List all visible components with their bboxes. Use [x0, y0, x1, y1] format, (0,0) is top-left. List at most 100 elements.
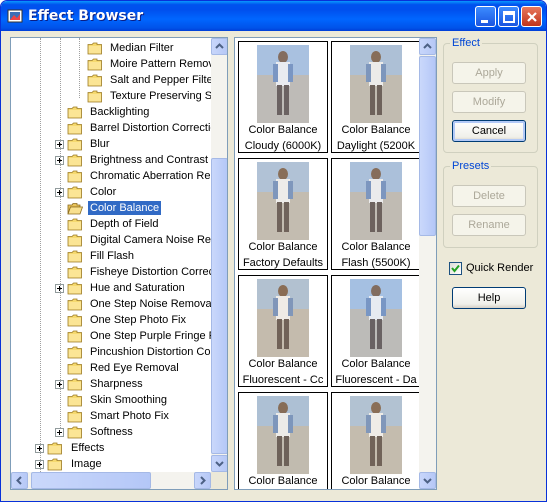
preset-thumbnail[interactable]: Color Balance Flash (5500K) — [331, 158, 421, 270]
folder-icon — [67, 122, 82, 135]
tree-scroll-up-button[interactable] — [211, 38, 227, 55]
tree-item[interactable]: Depth of Field — [11, 216, 211, 232]
rename-preset-button[interactable]: Rename — [452, 214, 526, 236]
tree-item-label: Effects — [71, 442, 105, 454]
arrow-right-icon — [200, 476, 206, 485]
tree-item[interactable]: Red Eye Removal — [11, 360, 211, 376]
tree-item[interactable]: Softness — [11, 424, 211, 440]
tree-item-label: Moire Pattern Remov — [110, 58, 211, 70]
tree-item[interactable]: Pincushion Distortion Corr — [11, 344, 211, 360]
presets-group-title: Presets — [450, 160, 492, 172]
tree-item-label: One Step Photo Fix — [90, 314, 186, 326]
tree-scroll-right-button[interactable] — [194, 472, 211, 489]
preset-thumbnail[interactable]: Color Balance Factory Defaults — [238, 158, 328, 270]
preview-photo — [350, 279, 402, 357]
tree-item[interactable]: Chromatic Aberration Rem — [11, 168, 211, 184]
tree-item[interactable]: Brightness and Contrast — [11, 152, 211, 168]
tree-item-label: Chromatic Aberration Rem — [90, 170, 211, 182]
folder-icon — [67, 106, 82, 119]
folder-icon — [67, 314, 82, 327]
apply-button[interactable]: Apply — [452, 62, 526, 84]
tree-scroll-left-button[interactable] — [11, 472, 28, 489]
tree-item[interactable]: Moire Pattern Remov — [11, 56, 211, 72]
preview-photo — [257, 279, 309, 357]
tree-item[interactable]: Salt and Pepper Filter — [11, 72, 211, 88]
tree-item[interactable]: Digital Camera Noise Rem — [11, 232, 211, 248]
arrow-down-icon — [215, 461, 224, 467]
effect-group-title: Effect — [450, 37, 482, 49]
close-icon — [527, 12, 537, 22]
tree-item[interactable]: Color — [11, 184, 211, 200]
close-button[interactable] — [521, 6, 542, 27]
cancel-button[interactable]: Cancel — [452, 120, 526, 142]
folder-icon — [87, 42, 102, 55]
tree-item-label: Softness — [90, 426, 133, 438]
effect-tree[interactable]: Median Filter Moire Pattern Remov Salt and… — [10, 37, 228, 490]
tree-item-label: Skin Smoothing — [90, 394, 168, 406]
tree-item[interactable]: Texture Preserving Sr — [11, 88, 211, 104]
tree-item[interactable]: Smart Photo Fix — [11, 408, 211, 424]
tree-item[interactable]: Backlighting — [11, 104, 211, 120]
grid-vertical-scrollbar[interactable] — [419, 38, 436, 489]
folder-icon — [67, 154, 82, 167]
preset-thumbnail[interactable]: Color Balance Fluorescent - Da — [331, 275, 421, 387]
quick-render-label[interactable]: Quick Render — [466, 262, 533, 274]
preset-name: Flash (5500K) — [341, 257, 411, 269]
preset-thumbnail[interactable]: Color Balance Daylight (5200K — [331, 41, 421, 153]
tree-item-label: Sharpness — [90, 378, 143, 390]
preset-title: Color Balance — [341, 124, 411, 136]
folder-icon — [47, 458, 62, 471]
minimize-icon — [481, 20, 488, 23]
tree-item[interactable]: Barrel Distortion Correction — [11, 120, 211, 136]
expand-plus-icon[interactable] — [55, 428, 64, 437]
tree-item[interactable]: Effects — [11, 440, 211, 456]
tree-item[interactable]: Color Balance — [11, 200, 211, 216]
tree-item[interactable]: Image — [11, 456, 211, 472]
tree-item-label: Backlighting — [90, 106, 150, 118]
tree-item[interactable]: Fill Flash — [11, 248, 211, 264]
maximize-button[interactable] — [498, 6, 519, 27]
delete-preset-button[interactable]: Delete — [452, 185, 526, 207]
preset-thumbnail[interactable]: Color Balance — [238, 392, 328, 489]
tree-item[interactable]: Skin Smoothing — [11, 392, 211, 408]
tree-item-label: Color Balance — [88, 201, 162, 215]
help-button[interactable]: Help — [452, 287, 526, 309]
tree-item[interactable]: Median Filter — [11, 40, 211, 56]
tree-item-label: Fill Flash — [90, 250, 135, 262]
tree-vertical-scrollbar[interactable] — [211, 38, 227, 472]
preview-photo — [257, 45, 309, 123]
tree-hscroll-thumb[interactable] — [31, 472, 151, 489]
open-folder-icon — [67, 203, 83, 215]
folder-icon — [67, 250, 82, 263]
tree-item-label: Salt and Pepper Filter — [110, 74, 211, 86]
tree-scroll-down-button[interactable] — [211, 455, 227, 472]
preset-thumbnail[interactable]: Color Balance Cloudy (6000K) — [238, 41, 328, 153]
grid-scroll-thumb[interactable] — [419, 56, 436, 236]
folder-icon — [67, 170, 82, 183]
grid-scroll-up-button[interactable] — [419, 38, 436, 55]
tree-item[interactable]: One Step Noise Removal — [11, 296, 211, 312]
preset-title: Color Balance — [341, 475, 411, 487]
title-bar[interactable]: Effect Browser — [1, 1, 546, 31]
preset-preview-grid[interactable]: Color Balance Cloudy (6000K) Color Balance… — [234, 37, 437, 490]
tree-item-label: Smart Photo Fix — [90, 410, 169, 422]
folder-icon — [67, 282, 82, 295]
preset-thumbnail[interactable]: Color Balance Fluorescent - Cc — [238, 275, 328, 387]
tree-item[interactable]: Sharpness — [11, 376, 211, 392]
tree-item[interactable]: Fisheye Distortion Correct — [11, 264, 211, 280]
grid-scroll-down-button[interactable] — [419, 472, 436, 489]
preview-photo — [257, 162, 309, 240]
preset-name: Fluorescent - Da — [335, 374, 417, 386]
tree-item[interactable]: Blur — [11, 136, 211, 152]
tree-scroll-thumb[interactable] — [211, 158, 227, 454]
minimize-button[interactable] — [475, 6, 496, 27]
modify-button[interactable]: Modify — [452, 91, 526, 113]
tree-horizontal-scrollbar[interactable] — [11, 472, 211, 489]
tree-item-label: Image — [71, 458, 102, 470]
tree-item-label: One Step Purple Fringe Fi — [90, 330, 211, 342]
tree-item[interactable]: One Step Purple Fringe Fi — [11, 328, 211, 344]
tree-item[interactable]: One Step Photo Fix — [11, 312, 211, 328]
preset-thumbnail[interactable]: Color Balance — [331, 392, 421, 489]
tree-item[interactable]: Hue and Saturation — [11, 280, 211, 296]
quick-render-checkbox[interactable] — [449, 262, 462, 275]
